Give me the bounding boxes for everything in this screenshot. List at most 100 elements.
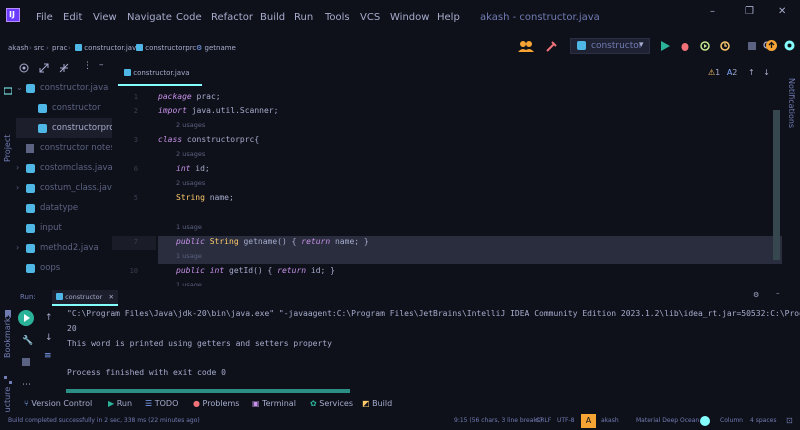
next-highlight-icon[interactable]: ↓ <box>763 68 770 77</box>
line-separator[interactable]: CRLF <box>536 417 551 424</box>
breadcrumb-prac[interactable]: prac <box>52 44 67 52</box>
usages-hint[interactable]: 2 usages <box>176 150 205 158</box>
class-icon <box>26 264 35 273</box>
build-hammer-icon[interactable] <box>546 40 558 52</box>
line-number: 1 <box>133 93 138 101</box>
menu-file[interactable]: File <box>36 12 53 23</box>
rerun-button[interactable] <box>18 310 34 326</box>
minimize-button[interactable]: – <box>710 6 715 17</box>
tree-item-datatype[interactable]: datatype <box>16 198 112 218</box>
tree-item-oops[interactable]: oops <box>16 258 112 278</box>
line-number: 6 <box>133 165 138 173</box>
collapse-all-icon[interactable] <box>59 63 69 73</box>
bookmarks-tab[interactable]: Bookmarks <box>3 313 12 358</box>
update-icon[interactable] <box>766 40 777 51</box>
tree-item-constructor-java[interactable]: ⌄ constructor.java <box>16 78 112 98</box>
editor-scrollbar[interactable] <box>773 110 780 260</box>
previous-highlight-icon[interactable]: ↑ <box>748 68 755 77</box>
breadcrumb-class[interactable]: constructorprc <box>136 44 196 52</box>
tree-item-costomclass[interactable]: › costomclass.java <box>16 158 113 178</box>
notifications-tab[interactable]: Notifications <box>787 78 796 128</box>
menu-code[interactable]: Code <box>176 12 202 23</box>
settings-gear-icon[interactable] <box>784 40 795 51</box>
todo-tab[interactable]: ☰ TODO <box>145 399 178 408</box>
java-config-icon <box>56 293 63 300</box>
inspection-widget[interactable]: ⚠1 A2 ↑ ↓ <box>708 68 770 77</box>
expand-all-icon[interactable] <box>39 63 49 73</box>
left-tool-strip: Project Bookmarks Structure <box>0 58 16 424</box>
usages-hint[interactable]: 2 usages <box>176 121 205 129</box>
theme-name[interactable]: Material Deep Ocean <box>636 417 699 424</box>
column-selection-mode[interactable]: Column <box>720 417 743 424</box>
more-options-icon[interactable]: ⋯ <box>22 380 31 390</box>
debug-icon[interactable] <box>680 41 690 51</box>
services-tab[interactable]: ✿ Services <box>310 399 353 408</box>
menu-help[interactable]: Help <box>437 12 460 23</box>
console-horizontal-scrollbar[interactable] <box>66 389 350 393</box>
menu-navigate[interactable]: Navigate <box>127 12 172 23</box>
settings-gear-icon[interactable]: ⚙ <box>753 291 759 299</box>
soft-wrap-icon[interactable]: ≡ <box>44 351 52 361</box>
run-console[interactable]: "C:\Program Files\Java\jdk-20\bin\java.e… <box>60 307 800 391</box>
menu-run[interactable]: Run <box>294 12 313 23</box>
terminal-tab[interactable]: ▣ Terminal <box>252 399 296 408</box>
more-options-icon[interactable]: ⋮ <box>83 61 92 71</box>
console-line: 20 <box>67 324 77 333</box>
tree-item-input[interactable]: input <box>16 218 112 238</box>
add-user-icon[interactable] <box>518 40 538 52</box>
breadcrumb-project[interactable]: akash <box>8 44 29 52</box>
indent-setting[interactable]: 4 spaces <box>750 417 776 424</box>
menu-window[interactable]: Window <box>390 12 429 23</box>
breadcrumb-method[interactable]: ⚙ getname <box>196 44 236 52</box>
stop-icon[interactable] <box>747 41 757 51</box>
usages-hint[interactable]: 1 usage <box>176 281 202 286</box>
menu-vcs[interactable]: VCS <box>360 12 380 23</box>
problems-icon: ● <box>193 399 200 408</box>
editor-tab-constructor-java[interactable]: constructor.java <box>118 62 202 86</box>
profile-icon[interactable] <box>720 41 730 51</box>
problems-tab[interactable]: ● Problems <box>193 399 239 408</box>
java-file-icon <box>75 44 82 51</box>
close-tab-icon[interactable]: ✕ <box>109 290 114 305</box>
java-file-icon <box>26 164 35 173</box>
version-control-tab[interactable]: ⑂ Version Control <box>24 399 92 408</box>
wrench-icon[interactable]: 🔧 <box>22 336 33 346</box>
file-encoding[interactable]: UTF-8 <box>557 417 575 424</box>
tree-item-constructor-notes[interactable]: constructor notes <box>16 138 115 158</box>
maximize-button[interactable]: ❐ <box>745 6 754 17</box>
run-tab-constructor[interactable]: constructor ✕ <box>52 290 118 306</box>
tree-item-method2[interactable]: › method2.java <box>16 238 112 258</box>
minimize-panel-icon[interactable]: – <box>99 60 104 70</box>
build-tab[interactable]: ◩ Build <box>362 399 392 408</box>
coverage-icon[interactable] <box>700 41 710 51</box>
code-line: import java.util.Scanner; <box>158 106 279 115</box>
menu-refactor[interactable]: Refactor <box>211 12 253 23</box>
usages-hint[interactable]: 1 usage <box>176 223 202 231</box>
caret-position[interactable]: 9:15 (56 chars, 3 line breaks) <box>454 417 542 424</box>
run-configuration-select[interactable]: constructor ▾ <box>570 38 650 54</box>
code-editor[interactable]: 1 package prac; 2 import java.util.Scanner;… <box>112 86 782 286</box>
tree-item-constructor[interactable]: constructor <box>16 98 112 118</box>
target-icon[interactable] <box>19 63 29 73</box>
menu-edit[interactable]: Edit <box>63 12 82 23</box>
minimize-panel-icon[interactable]: – <box>776 289 780 297</box>
usages-hint[interactable]: 1 usage <box>176 252 202 260</box>
run-tool-tab[interactable]: ▶ Run <box>108 399 132 408</box>
lock-icon[interactable]: ⊡ <box>786 416 793 425</box>
menu-build[interactable]: Build <box>260 12 285 23</box>
user-name[interactable]: akash <box>601 417 619 424</box>
stop-icon[interactable] <box>22 358 30 366</box>
arrow-up-icon[interactable]: ↑ <box>45 313 53 323</box>
menu-tools[interactable]: Tools <box>325 12 350 23</box>
close-button[interactable]: ✕ <box>778 6 786 17</box>
tree-item-costum-class[interactable]: › costum_class.java <box>16 178 117 198</box>
usages-hint[interactable]: 2 usages <box>176 179 205 187</box>
run-icon[interactable] <box>660 41 670 51</box>
build-status-message[interactable]: Build completed successfully in 2 sec, 3… <box>8 417 200 424</box>
breadcrumb-src[interactable]: src <box>34 44 44 52</box>
project-tool-window-tab[interactable]: Project <box>3 135 12 162</box>
user-avatar[interactable]: A <box>581 414 596 428</box>
arrow-down-icon[interactable]: ↓ <box>45 333 53 343</box>
tree-item-constructorprc[interactable]: constructorprc <box>16 118 114 138</box>
menu-view[interactable]: View <box>93 12 117 23</box>
